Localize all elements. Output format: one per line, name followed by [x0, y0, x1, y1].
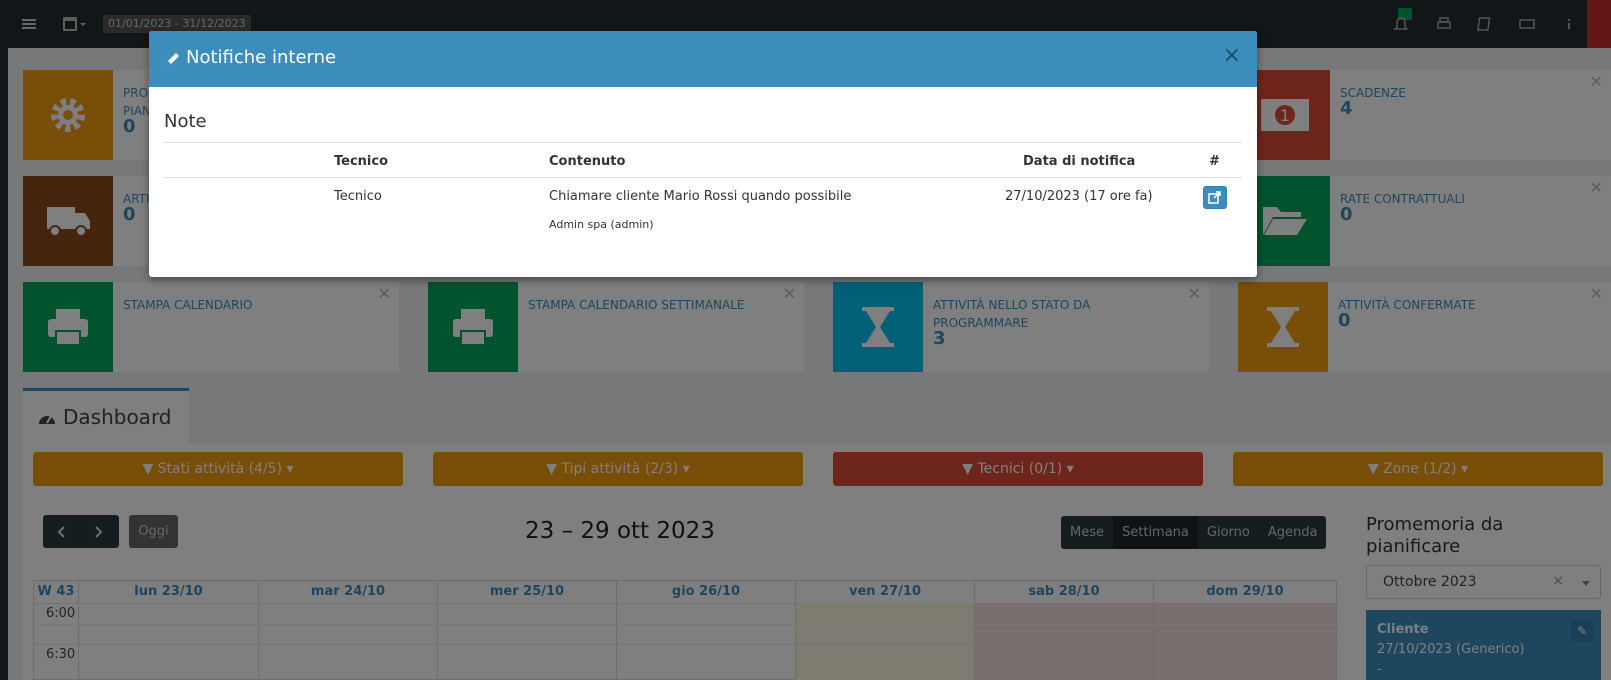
cell-data: 27/10/2023 (17 ore fa) [1005, 189, 1153, 204]
column-header-tecnico: Tecnico [334, 154, 389, 169]
pencil-icon [167, 53, 179, 65]
divider [164, 142, 1242, 143]
modal-header: Notifiche interne × [149, 31, 1257, 87]
open-link-button[interactable] [1203, 186, 1227, 209]
notifications-modal: Notifiche interne × Note Tecnico Contenu… [149, 31, 1257, 277]
column-header-contenuto: Contenuto [549, 154, 626, 169]
section-title: Note [164, 111, 207, 132]
column-header-data: Data di notifica [1023, 154, 1136, 169]
divider [164, 177, 1242, 178]
column-header-hash: # [1209, 154, 1220, 169]
external-link-icon [1208, 191, 1221, 204]
modal-title: Notifiche interne [186, 47, 337, 68]
cell-contenuto: Chiamare cliente Mario Rossi quando poss… [549, 189, 852, 204]
cell-tecnico: Tecnico [334, 189, 382, 204]
cell-autore: Admin spa (admin) [549, 218, 654, 231]
close-icon[interactable]: × [1223, 44, 1241, 68]
